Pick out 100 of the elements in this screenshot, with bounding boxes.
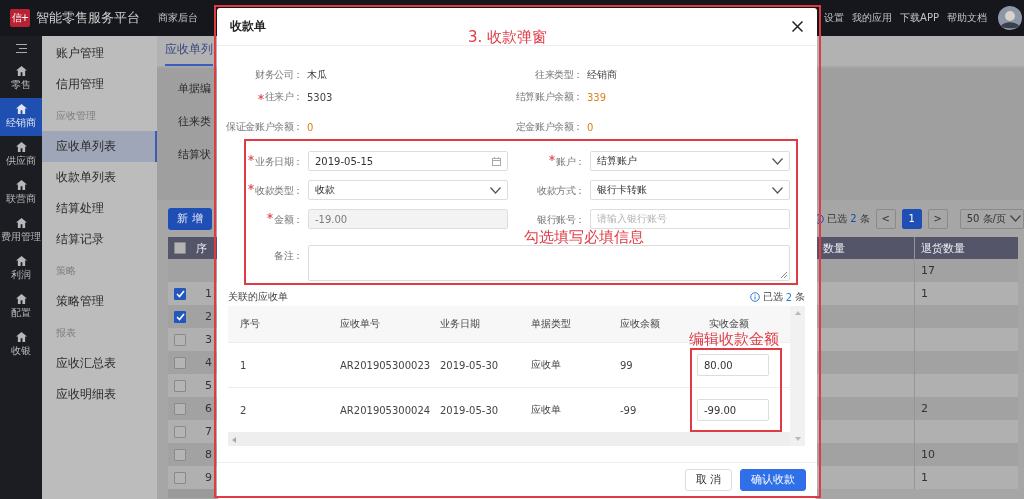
amount-field[interactable]: -99.00: [697, 399, 769, 421]
nav-link[interactable]: 商家后台: [158, 11, 198, 25]
home-icon: [15, 142, 27, 152]
sidebar-item[interactable]: 供应商: [0, 136, 42, 174]
home-icon: [15, 256, 27, 266]
field-label: 银行账号：: [537, 213, 585, 227]
selection-label: 已选: [827, 211, 848, 226]
submenu-item[interactable]: 收款单列表: [42, 162, 157, 193]
checkbox[interactable]: [174, 402, 186, 415]
prev-page-button[interactable]: <: [875, 208, 896, 229]
checkbox[interactable]: [174, 379, 186, 392]
field-value: 339: [586, 90, 608, 105]
table-cell: 2019-05-30: [440, 359, 499, 371]
table-cell-text: 2: [204, 309, 213, 325]
selection-label: 条: [859, 211, 870, 226]
field-value: 0: [586, 120, 595, 135]
info-icon: [749, 292, 760, 302]
select-field[interactable]: 银行卡转账: [590, 180, 790, 200]
field-value: 2019-05-15: [315, 155, 374, 167]
nav-link[interactable]: 我的应用: [852, 11, 893, 25]
next-page-button[interactable]: >: [927, 208, 948, 229]
home-icon: [15, 294, 27, 304]
sidebar-item[interactable]: 联营商: [0, 174, 42, 212]
submenu-item[interactable]: 信用管理: [42, 69, 157, 100]
table-cell-text: 3: [204, 332, 213, 348]
caret-icon: [772, 157, 783, 165]
checkbox[interactable]: [174, 471, 186, 484]
submenu-item[interactable]: 策略管理: [42, 286, 157, 317]
home-icon: [15, 104, 27, 114]
tab[interactable]: 应收单列: [165, 42, 213, 66]
annotation-text: 3. 收款弹窗: [468, 29, 548, 45]
submenu-item[interactable]: 账户管理: [42, 38, 157, 69]
page-size-select[interactable]: 50 条/页: [959, 208, 1024, 229]
annotation-text: 编辑收款金额: [689, 331, 779, 347]
sidebar-item[interactable]: 费用管理: [0, 212, 42, 250]
field-value: 结算账户: [597, 154, 637, 168]
checkbox[interactable]: [174, 242, 186, 254]
nav-link[interactable]: 设置: [824, 11, 845, 25]
sidebar-item[interactable]: 收银: [0, 326, 42, 364]
table-cell-text: 7: [204, 424, 213, 440]
column-header: 序: [195, 240, 208, 257]
nav-link[interactable]: 帮助文档: [947, 11, 987, 25]
avatar-icon[interactable]: [998, 6, 1022, 30]
checkbox[interactable]: [174, 310, 186, 323]
home-icon: [15, 218, 27, 228]
checkbox[interactable]: [174, 333, 186, 346]
scrollbar[interactable]: [228, 433, 790, 446]
sidebar-item[interactable]: 零售: [0, 60, 42, 98]
table-cell-text: 5: [204, 378, 213, 394]
submenu-item[interactable]: 应收单列表: [42, 131, 157, 162]
field-value: 银行卡转账: [597, 183, 647, 197]
sidebar-item[interactable]: 利润: [0, 250, 42, 288]
submenu-item[interactable]: 结算处理: [42, 193, 157, 224]
field-label: 往来类: [178, 114, 211, 130]
select-field[interactable]: 结算账户: [590, 151, 790, 171]
section-title: 关联的应收单: [228, 290, 288, 304]
date-field[interactable]: 2019-05-15: [308, 151, 508, 171]
sidebar-item[interactable]: 经销商: [0, 98, 42, 136]
scrollbar[interactable]: [790, 306, 805, 446]
selection-count: 2: [850, 213, 857, 224]
placeholder: 请输入银行账号: [597, 212, 667, 226]
table-cell: 2: [240, 404, 247, 416]
field-label: 账户：: [556, 155, 585, 169]
textarea-field[interactable]: [308, 245, 790, 281]
field-label: 保证金账户余额：: [226, 120, 303, 134]
confirm-button[interactable]: 确认收款: [740, 469, 806, 491]
table-cell: 应收单: [531, 403, 561, 417]
scrollbar[interactable]: [168, 489, 214, 498]
table-cell: 1: [914, 466, 1018, 489]
logo: 信+: [10, 9, 30, 27]
submenu-item[interactable]: 应收汇总表: [42, 348, 157, 379]
selection-label: 已选: [762, 290, 783, 304]
field-label: 财务公司：: [255, 68, 303, 82]
select-field[interactable]: 收款: [308, 180, 508, 200]
column-header: 单据类型: [531, 317, 571, 331]
submenu-item[interactable]: 结算记录: [42, 224, 157, 255]
checkbox[interactable]: [174, 425, 186, 438]
amount-field[interactable]: 80.00: [697, 354, 769, 376]
field-label: 金额：: [274, 213, 303, 227]
table-cell: -99: [620, 404, 637, 416]
column-header: 应收单号: [340, 317, 380, 331]
resize-handle-icon[interactable]: [780, 271, 787, 278]
field-value: 0: [306, 120, 315, 135]
checkbox[interactable]: [174, 448, 186, 461]
field-label: 往来户：: [264, 90, 303, 104]
sidebar-item[interactable]: 配置: [0, 288, 42, 326]
home-icon: [15, 332, 27, 342]
nav-link[interactable]: 下载APP: [900, 11, 939, 25]
table-cell: AR201905300024: [340, 404, 431, 416]
table-cell-text: 8: [204, 447, 213, 463]
checkbox[interactable]: [174, 287, 186, 300]
cancel-button[interactable]: 取 消: [684, 469, 732, 491]
checkbox[interactable]: [174, 356, 186, 369]
add-button[interactable]: 新 增: [168, 207, 212, 230]
menu-icon[interactable]: [15, 43, 27, 53]
field-value: 木瓜: [306, 68, 328, 82]
table-cell-text: 9: [204, 470, 213, 486]
submenu-item[interactable]: 应收明细表: [42, 379, 157, 410]
page-button[interactable]: 1: [901, 208, 922, 229]
close-icon[interactable]: [792, 21, 803, 32]
